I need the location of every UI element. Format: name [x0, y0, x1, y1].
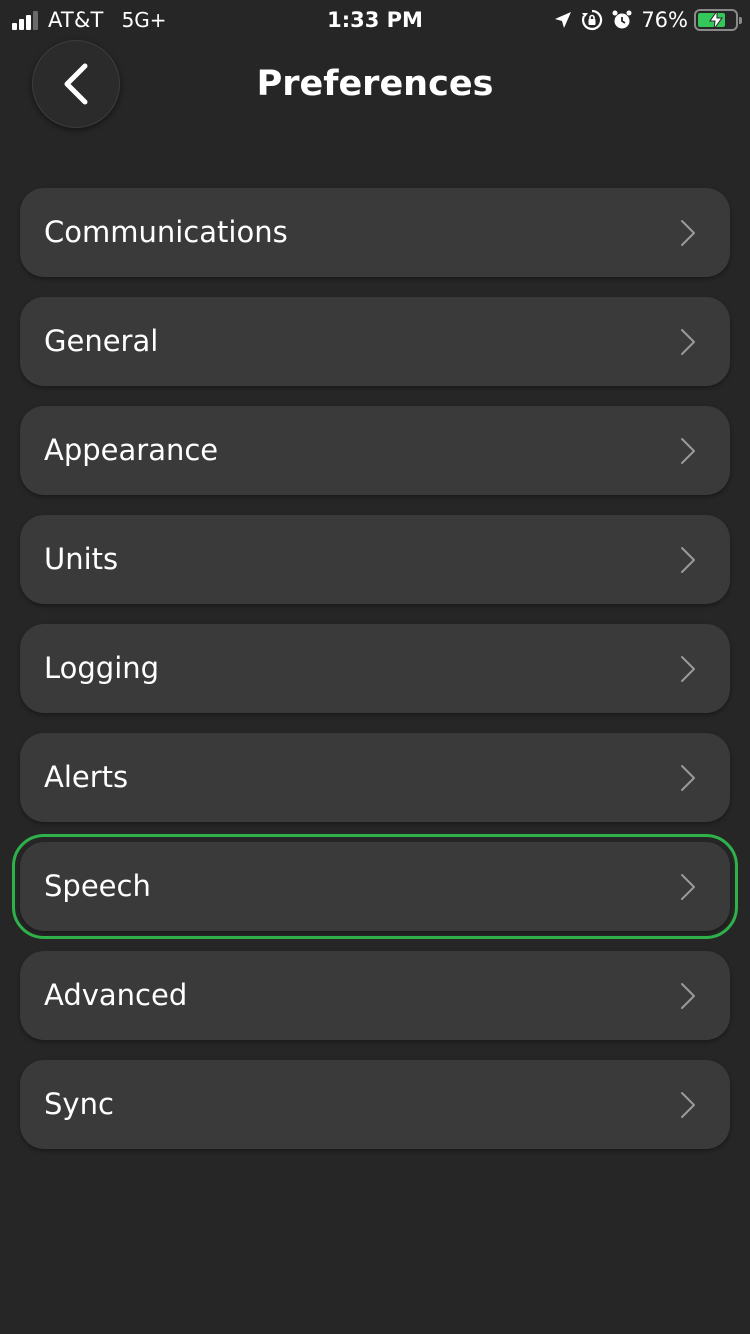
menu-item-label: Advanced — [44, 978, 188, 1012]
menu-item-label: Communications — [44, 215, 288, 249]
alarm-clock-icon — [611, 9, 633, 31]
menu-item-speech[interactable]: Speech — [12, 834, 738, 939]
chevron-right-icon — [681, 765, 695, 791]
chevron-right-icon — [681, 329, 695, 355]
orientation-lock-icon — [581, 9, 603, 31]
status-bar: AT&T 5G+ 1:33 PM 76% — [0, 0, 750, 40]
menu-item-units[interactable]: Units — [20, 515, 730, 604]
page-title: Preferences — [256, 64, 494, 104]
menu-item-general[interactable]: General — [20, 297, 730, 386]
menu-item-label: Appearance — [44, 433, 219, 467]
charging-bolt-icon — [709, 11, 723, 29]
menu-item-label: General — [44, 324, 159, 358]
status-right: 76% — [545, 6, 742, 34]
menu-item-label: Alerts — [44, 760, 129, 794]
chevron-right-icon — [681, 656, 695, 682]
chevron-right-icon — [681, 438, 695, 464]
menu-item-label: Logging — [44, 651, 160, 685]
menu-item-alerts[interactable]: Alerts — [20, 733, 730, 822]
location-arrow-icon — [553, 10, 573, 30]
menu-item-logging[interactable]: Logging — [20, 624, 730, 713]
preferences-menu: Communications General Appearance Units … — [12, 188, 738, 1169]
menu-item-label: Speech — [44, 869, 151, 903]
menu-item-label: Sync — [44, 1087, 114, 1121]
battery-charging-icon — [694, 9, 742, 31]
battery-percentage: 76% — [641, 8, 688, 32]
chevron-right-icon — [681, 874, 695, 900]
menu-item-sync[interactable]: Sync — [20, 1060, 730, 1149]
chevron-right-icon — [681, 220, 695, 246]
chevron-right-icon — [681, 983, 695, 1009]
menu-item-appearance[interactable]: Appearance — [20, 406, 730, 495]
chevron-right-icon — [681, 547, 695, 573]
menu-item-advanced[interactable]: Advanced — [20, 951, 730, 1040]
chevron-right-icon — [681, 1092, 695, 1118]
menu-item-communications[interactable]: Communications — [20, 188, 730, 277]
menu-item-label: Units — [44, 542, 119, 576]
battery-cap — [739, 17, 742, 24]
